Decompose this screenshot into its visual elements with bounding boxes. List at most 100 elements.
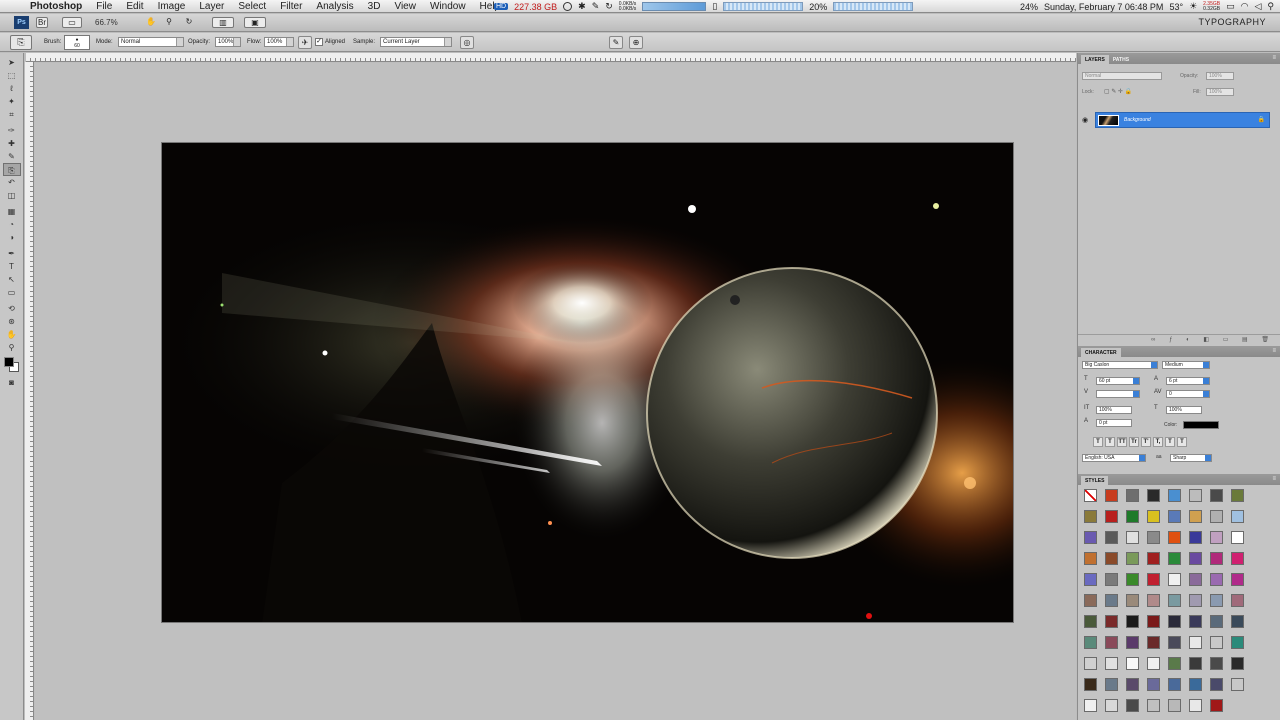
style-swatch[interactable] — [1210, 699, 1223, 712]
brush-tool-icon[interactable]: ✎ — [3, 150, 21, 163]
style-swatch[interactable] — [1084, 657, 1097, 670]
style-swatch[interactable] — [1189, 699, 1202, 712]
style-swatch[interactable] — [1168, 489, 1181, 502]
type-tool-icon[interactable]: T — [3, 260, 21, 273]
menu-3d[interactable]: 3D — [368, 1, 381, 12]
style-swatch[interactable] — [1189, 678, 1202, 691]
style-swatch[interactable] — [1231, 615, 1244, 628]
wifi-icon[interactable]: ◠ — [1241, 1, 1249, 12]
memory-small[interactable]: 2.35GB 0.32GB — [1203, 1, 1220, 12]
style-swatch[interactable] — [1168, 615, 1181, 628]
style-swatch[interactable] — [1126, 510, 1139, 523]
style-swatch[interactable] — [1189, 552, 1202, 565]
small-caps-button[interactable]: Tr — [1129, 437, 1139, 447]
style-swatch[interactable] — [1210, 510, 1223, 523]
disk-free-readout[interactable]: 227.38 GB — [514, 2, 557, 12]
style-swatch[interactable] — [1168, 678, 1181, 691]
pen-tool-icon[interactable]: ✒ — [3, 247, 21, 260]
style-swatch[interactable] — [1210, 552, 1223, 565]
horizontal-ruler[interactable] — [26, 53, 1076, 62]
menu-select[interactable]: Select — [238, 1, 266, 12]
tracking-field[interactable]: 0 — [1166, 390, 1210, 398]
zoom-tool-icon[interactable]: ⚲ — [163, 17, 175, 28]
style-swatch[interactable] — [1084, 531, 1097, 544]
style-swatch[interactable] — [1126, 615, 1139, 628]
superscript-button[interactable]: T' — [1141, 437, 1151, 447]
subscript-button[interactable]: T, — [1153, 437, 1163, 447]
style-swatch[interactable] — [1210, 615, 1223, 628]
bridge-icon[interactable]: Br — [36, 17, 48, 28]
style-swatch[interactable] — [1147, 657, 1160, 670]
dodge-tool-icon[interactable]: ◑ — [3, 231, 21, 244]
wrench-icon[interactable]: ✎ — [592, 1, 600, 12]
clone-stamp-tool-icon[interactable]: ⎘ — [2, 163, 21, 176]
style-swatch[interactable] — [1231, 510, 1244, 523]
kerning-field[interactable] — [1096, 390, 1140, 398]
menu-view[interactable]: View — [394, 1, 416, 12]
move-tool-icon[interactable]: ➤ — [3, 56, 21, 69]
style-swatch[interactable] — [1189, 657, 1202, 670]
style-swatch[interactable] — [1210, 573, 1223, 586]
lock-icons[interactable]: ▢ ✎ ✛ 🔒 — [1104, 88, 1132, 95]
bluetooth-icon[interactable]: ✱ — [578, 1, 586, 12]
style-swatch[interactable] — [1147, 489, 1160, 502]
clock-status-icon[interactable] — [563, 2, 573, 11]
vertical-ruler[interactable] — [25, 62, 34, 720]
style-swatch[interactable] — [1105, 531, 1118, 544]
blend-mode-select[interactable]: Normal — [1082, 72, 1162, 80]
faux-bold-button[interactable]: T — [1093, 437, 1103, 447]
menu-analysis[interactable]: Analysis — [316, 1, 353, 12]
style-swatch[interactable] — [1147, 636, 1160, 649]
style-swatch[interactable] — [1105, 657, 1118, 670]
tablet-pressure-size-icon[interactable]: ⊕ — [629, 36, 643, 49]
temperature[interactable]: 53° — [1169, 2, 1183, 12]
clock[interactable]: Sunday, February 7 06:48 PM — [1044, 2, 1163, 12]
text-color-swatch[interactable] — [1183, 421, 1219, 429]
tab-paths[interactable]: PATHS — [1109, 55, 1133, 64]
panel-menu-icon[interactable]: ≡ — [1272, 348, 1276, 354]
memory-graph[interactable] — [833, 2, 914, 11]
app-menu-photoshop[interactable]: Photoshop — [30, 1, 82, 12]
horizontal-scale-field[interactable]: 100% — [1166, 406, 1202, 414]
style-swatch[interactable] — [1126, 573, 1139, 586]
screen-mode-icon[interactable]: ▣ — [244, 17, 266, 28]
sync-icon[interactable]: ↻ — [605, 1, 613, 12]
style-swatch[interactable] — [1147, 594, 1160, 607]
style-swatch[interactable] — [1231, 678, 1244, 691]
style-swatch[interactable] — [1168, 594, 1181, 607]
leading-field[interactable]: 6 pt — [1166, 377, 1210, 385]
style-swatch[interactable] — [1210, 678, 1223, 691]
marquee-tool-icon[interactable]: ⬚ — [3, 69, 21, 82]
style-swatch[interactable] — [1231, 594, 1244, 607]
flow-field[interactable]: 100% — [264, 37, 294, 47]
history-brush-tool-icon[interactable]: ↶ — [3, 176, 21, 189]
path-selection-tool-icon[interactable]: ↖ — [3, 273, 21, 286]
tab-styles[interactable]: STYLES — [1081, 476, 1109, 485]
spotlight-icon[interactable]: ⚲ — [1267, 1, 1274, 12]
style-swatch[interactable] — [1231, 552, 1244, 565]
3d-rotate-tool-icon[interactable]: ⟲ — [3, 302, 21, 315]
tool-preset-picker[interactable]: ⎘ — [10, 35, 32, 50]
sample-select[interactable]: Current Layer — [380, 37, 452, 47]
color-swatches[interactable] — [2, 356, 22, 374]
font-family-select[interactable]: Big Caslon — [1082, 361, 1158, 369]
style-swatch[interactable] — [1231, 636, 1244, 649]
foreground-color-swatch[interactable] — [3, 357, 14, 367]
eraser-tool-icon[interactable]: ◫ — [3, 189, 21, 202]
style-swatch[interactable] — [1084, 510, 1097, 523]
style-swatch[interactable] — [1126, 636, 1139, 649]
style-swatch[interactable] — [1084, 699, 1097, 712]
mode-select[interactable]: Normal — [118, 37, 184, 47]
hand-tool-icon[interactable]: ✋ — [3, 328, 21, 341]
style-swatch[interactable] — [1231, 573, 1244, 586]
document-image-space-planet[interactable] — [161, 142, 1014, 623]
opacity-field[interactable]: 100% — [215, 37, 241, 47]
style-swatch[interactable] — [1210, 657, 1223, 670]
underline-button[interactable]: T — [1165, 437, 1175, 447]
menu-file[interactable]: File — [96, 1, 112, 12]
style-swatch[interactable] — [1126, 531, 1139, 544]
style-swatch[interactable] — [1126, 552, 1139, 565]
style-swatch[interactable] — [1168, 657, 1181, 670]
panel-menu-icon[interactable]: ≡ — [1272, 55, 1276, 61]
tab-layers[interactable]: LAYERS — [1081, 55, 1109, 64]
